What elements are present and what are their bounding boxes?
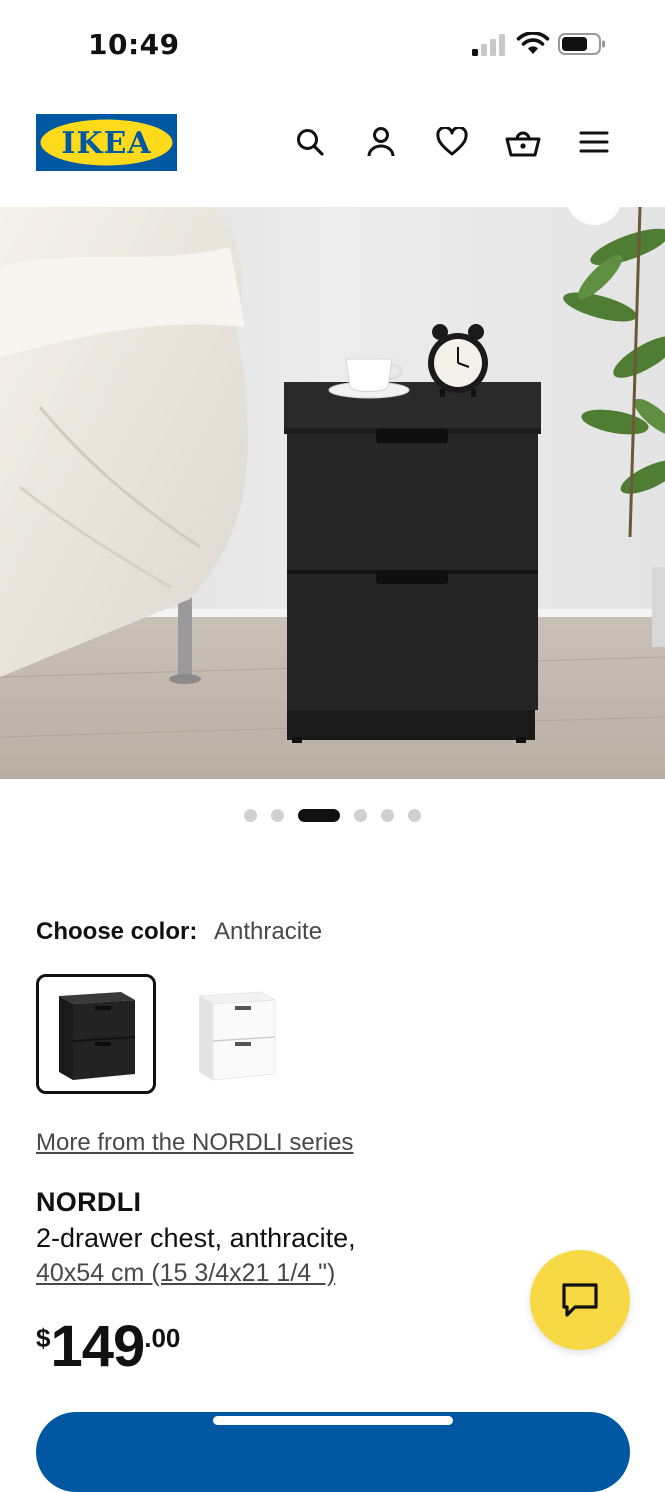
- favorites-button[interactable]: [432, 122, 472, 162]
- white-chest-thumbnail: [197, 991, 277, 1081]
- chat-icon: [562, 1283, 598, 1317]
- product-name: NORDLI: [36, 1187, 142, 1217]
- carousel-dot[interactable]: [408, 808, 421, 822]
- account-button[interactable]: [361, 122, 401, 162]
- price-currency: $: [36, 1323, 51, 1353]
- product-price: $ 149 .00: [36, 1315, 180, 1379]
- battery-icon: [558, 33, 605, 55]
- heart-icon: [436, 127, 468, 156]
- product-photo: [0, 207, 665, 779]
- carousel-dot[interactable]: [354, 808, 367, 822]
- basket-button[interactable]: [503, 122, 543, 162]
- status-time: 10:49: [88, 28, 180, 61]
- cellular-signal-icon: [472, 34, 505, 56]
- search-button[interactable]: [290, 122, 330, 162]
- menu-button[interactable]: [574, 122, 614, 162]
- chat-button[interactable]: [530, 1250, 630, 1350]
- search-icon: [297, 129, 324, 156]
- carousel-indicator: [0, 806, 665, 824]
- carousel-dot-active[interactable]: [298, 808, 340, 822]
- product-image[interactable]: [0, 207, 665, 779]
- home-indicator: [213, 1416, 453, 1425]
- carousel-dot[interactable]: [271, 808, 284, 822]
- basket-icon: [505, 131, 541, 157]
- selected-color-value: Anthracite: [214, 918, 323, 945]
- color-swatch-white[interactable]: [176, 974, 296, 1094]
- status-bar: 10:49: [0, 0, 665, 90]
- product-size-link[interactable]: 40x54 cm (15 3/4x21 1/4 "): [36, 1259, 335, 1288]
- price-integer: 149: [50, 1314, 145, 1379]
- wifi-icon: [516, 32, 550, 54]
- ikea-logo[interactable]: IKEA: [36, 114, 177, 171]
- menu-icon: [579, 131, 609, 153]
- product-description: 2-drawer chest, anthracite,: [36, 1223, 356, 1253]
- price-decimal: .00: [144, 1323, 181, 1353]
- carousel-dot[interactable]: [244, 808, 257, 822]
- anthracite-chest-thumbnail: [59, 992, 136, 1080]
- choose-color-label: Choose color:: [36, 918, 198, 945]
- color-chooser-label: Choose color: Anthracite: [36, 918, 322, 946]
- svg-text:IKEA: IKEA: [61, 126, 151, 161]
- series-link[interactable]: More from the NORDLI series: [36, 1129, 353, 1157]
- carousel-dot[interactable]: [381, 808, 394, 822]
- user-icon: [367, 127, 395, 157]
- color-swatch-anthracite[interactable]: [36, 974, 156, 1094]
- site-header: IKEA: [0, 100, 665, 190]
